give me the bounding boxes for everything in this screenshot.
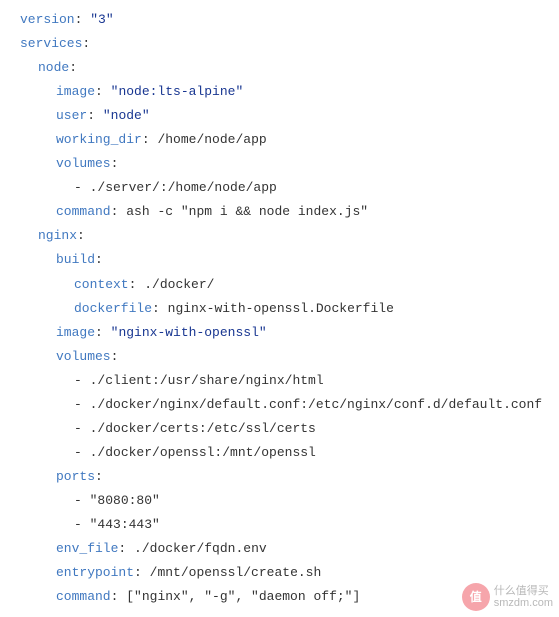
code-line: dockerfile: nginx-with-openssl.Dockerfil… bbox=[20, 297, 559, 321]
code-line: - ./docker/nginx/default.conf:/etc/nginx… bbox=[20, 393, 559, 417]
yaml-value: ./docker/fqdn.env bbox=[134, 541, 267, 556]
code-line: image: "nginx-with-openssl" bbox=[20, 321, 559, 345]
yaml-key: volumes bbox=[56, 156, 111, 171]
yaml-key: user bbox=[56, 108, 87, 123]
yaml-value: "node:lts-alpine" bbox=[111, 84, 244, 99]
code-line: working_dir: /home/node/app bbox=[20, 128, 559, 152]
code-line: - ./docker/openssl:/mnt/openssl bbox=[20, 441, 559, 465]
yaml-key: image bbox=[56, 84, 95, 99]
yaml-key: build bbox=[56, 252, 95, 267]
yaml-value: ash -c "npm i && node index.js" bbox=[126, 204, 368, 219]
yaml-list-value: "443:443" bbox=[90, 517, 160, 532]
yaml-key: context bbox=[74, 277, 129, 292]
yaml-list-value: ./client:/usr/share/nginx/html bbox=[90, 373, 324, 388]
code-line: volumes: bbox=[20, 345, 559, 369]
yaml-key: command bbox=[56, 589, 111, 604]
yaml-list-dash: - bbox=[74, 517, 90, 532]
yaml-list-value: ./server/:/home/node/app bbox=[90, 180, 277, 195]
yaml-key: image bbox=[56, 325, 95, 340]
code-line: volumes: bbox=[20, 152, 559, 176]
yaml-value: ./docker/ bbox=[144, 277, 214, 292]
code-line: - "8080:80" bbox=[20, 489, 559, 513]
yaml-value: "3" bbox=[90, 12, 113, 27]
code-line: version: "3" bbox=[20, 8, 559, 32]
code-line: services: bbox=[20, 32, 559, 56]
yaml-key: ports bbox=[56, 469, 95, 484]
code-block: version: "3"services:node:image: "node:l… bbox=[20, 8, 559, 609]
code-line: context: ./docker/ bbox=[20, 273, 559, 297]
yaml-key: dockerfile bbox=[74, 301, 152, 316]
yaml-list-dash: - bbox=[74, 421, 90, 436]
code-line: command: ash -c "npm i && node index.js" bbox=[20, 200, 559, 224]
yaml-list-dash: - bbox=[74, 445, 90, 460]
watermark-text: 什么值得买 smzdm.com bbox=[494, 585, 553, 609]
code-line: node: bbox=[20, 56, 559, 80]
yaml-value: /home/node/app bbox=[157, 132, 266, 147]
watermark-badge-icon: 值 bbox=[462, 583, 490, 611]
yaml-key: nginx bbox=[38, 228, 77, 243]
yaml-value: /mnt/openssl/create.sh bbox=[150, 565, 322, 580]
yaml-list-value: "8080:80" bbox=[90, 493, 160, 508]
code-line: env_file: ./docker/fqdn.env bbox=[20, 537, 559, 561]
yaml-key: entrypoint bbox=[56, 565, 134, 580]
yaml-value: "node" bbox=[103, 108, 150, 123]
yaml-key: node bbox=[38, 60, 69, 75]
yaml-list-value: ./docker/nginx/default.conf:/etc/nginx/c… bbox=[90, 397, 542, 412]
watermark: 值 什么值得买 smzdm.com bbox=[462, 583, 553, 611]
code-line: user: "node" bbox=[20, 104, 559, 128]
yaml-list-dash: - bbox=[74, 493, 90, 508]
code-line: - ./client:/usr/share/nginx/html bbox=[20, 369, 559, 393]
yaml-list-dash: - bbox=[74, 180, 90, 195]
yaml-value: nginx-with-openssl.Dockerfile bbox=[168, 301, 394, 316]
yaml-key: env_file bbox=[56, 541, 118, 556]
yaml-key: services bbox=[20, 36, 82, 51]
yaml-value: ["nginx", "-g", "daemon off;"] bbox=[126, 589, 360, 604]
code-line: ports: bbox=[20, 465, 559, 489]
code-line: - ./server/:/home/node/app bbox=[20, 176, 559, 200]
code-line: - "443:443" bbox=[20, 513, 559, 537]
yaml-key: volumes bbox=[56, 349, 111, 364]
yaml-key: working_dir bbox=[56, 132, 142, 147]
code-line: entrypoint: /mnt/openssl/create.sh bbox=[20, 561, 559, 585]
code-line: build: bbox=[20, 248, 559, 272]
yaml-list-dash: - bbox=[74, 397, 90, 412]
code-line: nginx: bbox=[20, 224, 559, 248]
code-line: image: "node:lts-alpine" bbox=[20, 80, 559, 104]
yaml-list-value: ./docker/certs:/etc/ssl/certs bbox=[90, 421, 316, 436]
watermark-line1: 什么值得买 bbox=[494, 585, 553, 597]
yaml-list-dash: - bbox=[74, 373, 90, 388]
yaml-value: "nginx-with-openssl" bbox=[111, 325, 267, 340]
watermark-line2: smzdm.com bbox=[494, 597, 553, 609]
yaml-key: command bbox=[56, 204, 111, 219]
yaml-key: version bbox=[20, 12, 75, 27]
yaml-list-value: ./docker/openssl:/mnt/openssl bbox=[90, 445, 316, 460]
code-line: - ./docker/certs:/etc/ssl/certs bbox=[20, 417, 559, 441]
